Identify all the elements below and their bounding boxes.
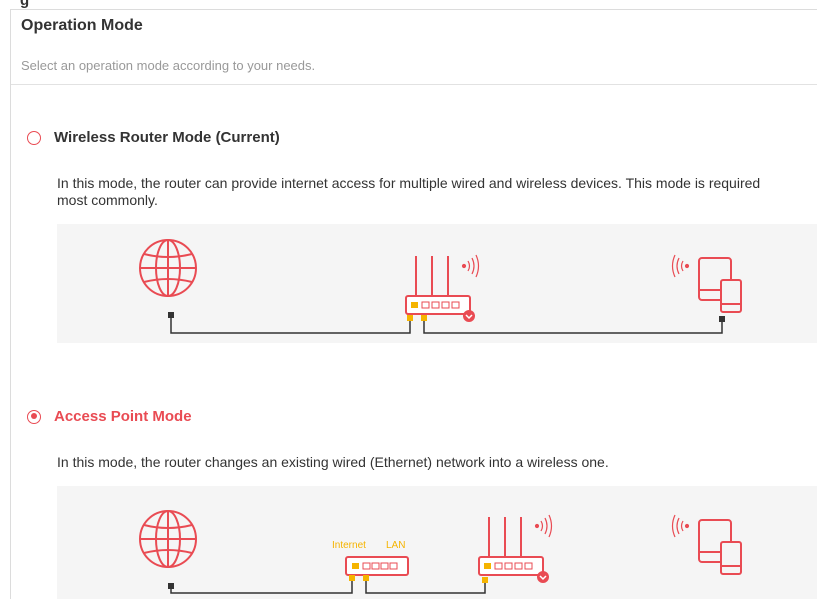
page-subtitle: Select an operation mode according to yo…: [21, 58, 316, 73]
wireless-router-diagram: [57, 224, 817, 343]
access-point-diagram: Internet LAN: [57, 486, 817, 599]
operation-mode-panel: Operation Mode Select an operation mode …: [10, 9, 817, 599]
divider: [11, 84, 817, 85]
lan-port-label: LAN: [386, 540, 405, 551]
wifi-signal-icon: [671, 514, 690, 538]
tablet-phone-icon: [698, 257, 742, 313]
access-point-mode-description: In this mode, the router changes an exis…: [57, 454, 609, 470]
switch-icon: [345, 556, 409, 576]
header-cut-text: g: [20, 0, 30, 9]
tablet-phone-icon: [698, 519, 742, 575]
wireless-router-mode-option[interactable]: Wireless Router Mode (Current): [27, 129, 280, 146]
globe-icon: [139, 239, 197, 297]
wireless-router-mode-label: Wireless Router Mode (Current): [54, 129, 280, 146]
connection-lines: [170, 314, 723, 334]
page-title: Operation Mode: [21, 17, 143, 34]
connection-lines: [170, 581, 486, 594]
globe-icon: [139, 510, 197, 568]
wireless-router-mode-description: In this mode, the router can provide int…: [57, 175, 761, 208]
wifi-signal-icon: [534, 514, 553, 538]
wifi-signal-icon: [461, 254, 480, 278]
wifi-signal-icon: [671, 254, 690, 278]
access-point-mode-label: Access Point Mode: [54, 408, 192, 425]
internet-port-label: Internet: [332, 540, 366, 551]
access-point-mode-option[interactable]: Access Point Mode: [27, 408, 192, 425]
access-point-mode-radio[interactable]: [27, 409, 41, 424]
wireless-router-mode-radio[interactable]: [27, 130, 41, 145]
